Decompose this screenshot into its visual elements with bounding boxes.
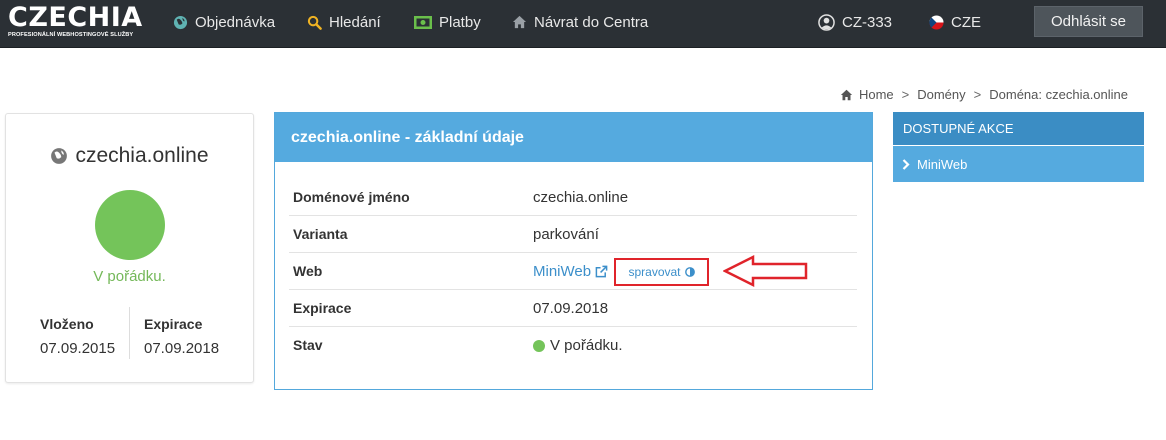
details-table: Doménové jméno czechia.online Varianta p… (289, 179, 857, 364)
status-text: V pořádku. (93, 268, 166, 285)
actions-heading: DOSTUPNÉ AKCE (893, 112, 1144, 145)
user-icon (818, 13, 835, 31)
row-label: Stav (293, 337, 323, 353)
nav-language-label: CZE (951, 13, 981, 31)
annotation-arrow-icon (723, 254, 808, 288)
available-actions-panel: DOSTUPNÉ AKCE MiniWeb (893, 112, 1144, 182)
external-link-icon (595, 265, 608, 278)
logo-tagline: PROFESIONÁLNÍ WEBHOSTINGOVÉ SLUŽBY (8, 32, 134, 38)
nav-account-label: CZ-333 (842, 13, 893, 31)
breadcrumb-current: Doména: czechia.online (989, 87, 1128, 102)
row-value: 07.09.2018 (533, 300, 609, 317)
breadcrumb-separator: > (901, 87, 910, 102)
top-navbar: CZECHIA PROFESIONÁLNÍ WEBHOSTINGOVÉ SLUŽ… (0, 0, 1166, 48)
nav-account[interactable]: CZ-333 (818, 0, 892, 44)
nav-objednavka-label: Objednávka (195, 13, 276, 31)
home-icon (512, 15, 527, 29)
nav-navrat-do-centra[interactable]: Návrat do Centra (512, 0, 648, 44)
breadcrumb-domeny[interactable]: Domény (917, 87, 965, 102)
globe-icon (173, 15, 188, 30)
domain-name: czechia.online (75, 144, 209, 167)
domain-summary-card: czechia.online V pořádku. Vloženo 07.09.… (5, 113, 254, 383)
spravovat-label: spravovat (628, 265, 681, 279)
row-label: Expirace (293, 300, 352, 316)
inserted-date: Vloženo 07.09.2015 (40, 316, 115, 357)
status-value-text: V pořádku. (550, 337, 623, 354)
row-label: Varianta (293, 226, 348, 242)
row-label: Web (293, 263, 323, 279)
action-item-miniweb[interactable]: MiniWeb (893, 146, 1144, 182)
status-indicator (95, 190, 165, 260)
miniweb-link-label: MiniWeb (533, 263, 592, 280)
inserted-label: Vloženo (40, 316, 94, 332)
status-dot-icon (533, 339, 545, 352)
row-value: czechia.online (533, 189, 629, 206)
panel-heading: czechia.online - základní údaje (275, 113, 872, 162)
nav-language[interactable]: CZE (929, 0, 981, 44)
status-value: V pořádku. (533, 337, 623, 354)
domain-details-panel: czechia.online - základní údaje Doménové… (274, 112, 873, 390)
globe-icon (50, 147, 68, 165)
expiry-label: Expirace (144, 316, 203, 332)
czechia-logo[interactable]: CZECHIA PROFESIONÁLNÍ WEBHOSTINGOVÉ SLUŽ… (8, 3, 142, 41)
web-value: MiniWeb (533, 263, 608, 280)
table-row: Doménové jméno czechia.online (289, 179, 857, 216)
spravovat-button[interactable]: spravovat (614, 258, 709, 286)
home-icon (840, 89, 853, 101)
miniweb-link[interactable]: MiniWeb (533, 263, 608, 280)
nav-objednavka[interactable]: Objednávka (173, 0, 275, 44)
nav-platby-label: Platby (439, 13, 481, 31)
expiry-date: Expirace 07.09.2018 (144, 316, 219, 357)
table-row: Stav V pořádku. (289, 327, 857, 364)
breadcrumb: Home > Domény > Doména: czechia.online (840, 87, 1128, 102)
nav-platby[interactable]: Platby (414, 0, 481, 44)
search-icon (307, 15, 322, 30)
table-row: Expirace 07.09.2018 (289, 290, 857, 327)
table-row: Varianta parkování (289, 216, 857, 253)
row-value: parkování (533, 226, 599, 243)
nav-hledani[interactable]: Hledání (307, 0, 381, 44)
domain-title: czechia.online (6, 144, 253, 168)
divider (129, 307, 130, 359)
half-circle-icon (684, 267, 695, 277)
row-label: Doménové jméno (293, 189, 410, 205)
nav-hledani-label: Hledání (329, 13, 381, 31)
expiry-value: 07.09.2018 (144, 340, 220, 357)
chevron-right-icon (902, 158, 910, 170)
logo-wordmark: CZECHIA (8, 2, 143, 33)
table-row: Web MiniWeb spravovat (289, 253, 857, 290)
czech-flag-icon (929, 14, 944, 30)
breadcrumb-home[interactable]: Home (859, 87, 894, 102)
logout-button[interactable]: Odhlásit se (1034, 6, 1143, 37)
nav-navrat-label: Návrat do Centra (534, 13, 649, 31)
inserted-value: 07.09.2015 (40, 340, 116, 357)
breadcrumb-separator: > (973, 87, 982, 102)
money-icon (414, 15, 432, 29)
action-item-label: MiniWeb (917, 156, 968, 172)
